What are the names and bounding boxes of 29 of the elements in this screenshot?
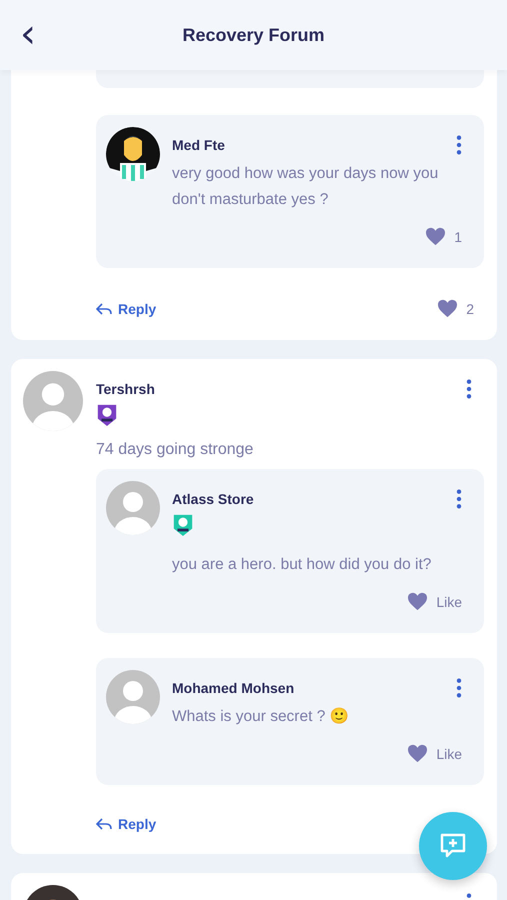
post-text: 74 days going stronge	[96, 441, 254, 459]
reply-icon	[96, 817, 112, 831]
back-button[interactable]: ‹	[16, 14, 40, 54]
avatar	[106, 670, 160, 724]
more-icon[interactable]	[456, 489, 462, 509]
like-count: 2	[466, 300, 474, 316]
comment-text: Whats is your secret ? 🙂	[172, 706, 350, 727]
author-name: Med Fte	[172, 137, 225, 153]
comment-text: you are a hero. but how did you do it?	[172, 555, 432, 575]
like-count: 1	[454, 228, 462, 244]
more-icon[interactable]	[456, 135, 462, 155]
screen-title: Recovery Forum	[182, 24, 325, 46]
avatar	[106, 127, 160, 181]
avatar	[106, 481, 160, 535]
reply-button[interactable]: Reply	[96, 816, 156, 832]
author-name: Atlass Store	[172, 491, 254, 507]
comment-text: very good how was your days now you don't masturbate yes ?	[172, 164, 440, 210]
like-count: Like	[436, 594, 462, 610]
more-icon[interactable]	[456, 678, 462, 698]
heart-icon[interactable]	[437, 299, 458, 318]
reply-icon	[96, 302, 112, 316]
heart-icon[interactable]	[407, 592, 428, 611]
author-name: Tershrsh	[96, 381, 155, 397]
reply-button[interactable]: Reply	[96, 300, 156, 316]
heart-icon[interactable]	[407, 744, 428, 763]
heart-icon[interactable]	[425, 227, 446, 246]
more-icon[interactable]	[466, 379, 472, 399]
author-name: Mohamed Mohsen	[172, 680, 294, 696]
like-count: Like	[436, 746, 462, 762]
